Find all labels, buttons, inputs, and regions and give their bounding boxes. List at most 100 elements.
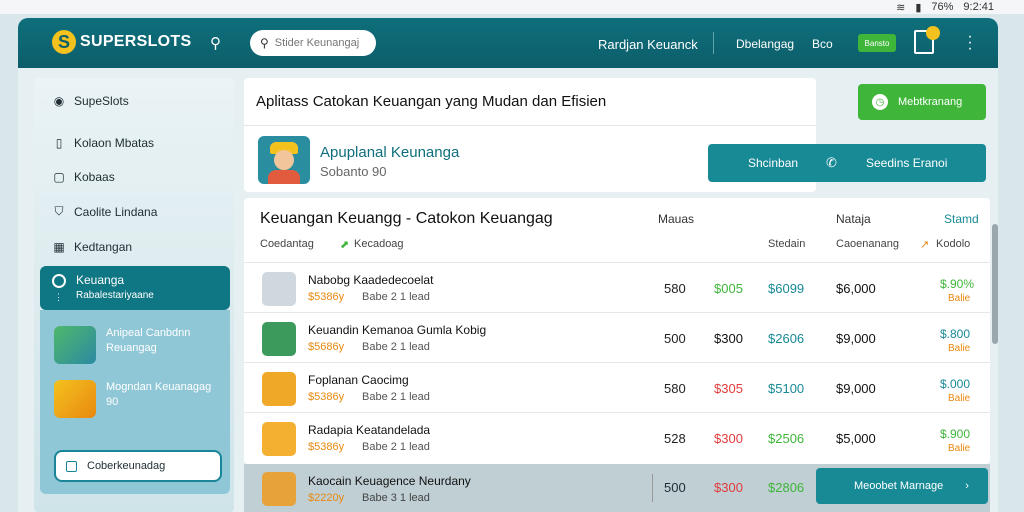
- status-pill-button[interactable]: Bansto: [858, 34, 896, 52]
- more-options-icon[interactable]: · · ·: [966, 29, 974, 57]
- row-value: $9,000: [836, 381, 876, 396]
- row-status: Babe 2 1 lead: [362, 391, 430, 403]
- nav-link-primary[interactable]: Rardjan Keuanck: [598, 37, 698, 52]
- column-header: Nataja: [836, 212, 871, 226]
- sidebar-item-label: SupeSlots: [74, 94, 129, 108]
- wallet-icon: [262, 372, 296, 406]
- row-value: $005: [714, 281, 743, 296]
- sidebar-item-documents[interactable]: ▯ Kolaon Mbatas: [52, 136, 154, 150]
- row-price: $5386y: [308, 441, 345, 453]
- row-value: $.90%: [940, 277, 975, 291]
- manage-button[interactable]: Meoobet Marnage ›: [816, 468, 988, 504]
- battery-level: 76%: [931, 1, 954, 13]
- row-price: $5686y: [308, 341, 345, 353]
- row-value: $2506: [768, 431, 805, 446]
- search-field-icon: ⚲: [260, 36, 269, 50]
- row-name: Keuandin Kemanoa Gumla Kobig: [308, 323, 487, 337]
- primary-action-label: Mebtkranang: [898, 96, 963, 108]
- row-value: $6099: [768, 281, 805, 296]
- call-right-label: Seedins Eranoi: [866, 156, 948, 170]
- row-value: $300: [714, 480, 743, 495]
- document-coin-icon[interactable]: [914, 26, 940, 54]
- row-status: Babe 2 1 lead: [362, 341, 430, 353]
- document-icon: ▯: [55, 136, 63, 150]
- nav-link-tertiary[interactable]: Bco: [812, 37, 833, 51]
- os-status-bar: ≋ ▮ 76% 9:2:41: [0, 0, 1024, 14]
- column-subheader: Kodolo: [936, 238, 971, 250]
- top-navigation-bar: S SUPERSLOTS ⚲ ⚲ Rardjan Keuanck Dbelang…: [18, 18, 998, 68]
- app-name: Apuplanal Keunanga: [320, 144, 460, 161]
- row-price: $2220y: [308, 492, 345, 504]
- phone-icon: [262, 322, 296, 356]
- divider: [652, 474, 653, 502]
- table-row[interactable]: Radapia Keatandelada $5386y Babe 2 1 lea…: [244, 412, 990, 462]
- clock-icon: ◷: [872, 94, 888, 110]
- grid-icon: ▦: [53, 240, 65, 254]
- table-row[interactable]: Keuandin Kemanoa Gumla Kobig $5686y Babe…: [244, 312, 990, 362]
- column-subheader: Coedantag: [260, 238, 314, 250]
- sidebar-item-home[interactable]: ◉ SupeSlots: [52, 94, 129, 108]
- call-left-label: Shcinban: [748, 156, 799, 170]
- row-name: Foplanan Caocimg: [308, 373, 409, 387]
- promo-item[interactable]: Mogndan Keuanagag 90: [54, 380, 224, 418]
- app-avatar: [258, 136, 310, 184]
- row-name: Kaocain Keuagence Neurdany: [308, 474, 471, 488]
- table-row[interactable]: Nabobg Kaadedecoelat $5386y Babe 2 1 lea…: [244, 262, 990, 312]
- shield-icon: ⛉: [54, 204, 64, 218]
- row-value: 580: [664, 381, 686, 396]
- row-value: 500: [664, 331, 686, 346]
- row-value: $300: [714, 431, 743, 446]
- lock-icon: [262, 272, 296, 306]
- app-window: S SUPERSLOTS ⚲ ⚲ Rardjan Keuanck Dbelang…: [18, 18, 998, 512]
- face-shape: [274, 150, 294, 170]
- sidebar-item-label: Caolite Lindana: [74, 204, 158, 219]
- sidebar-action-label: Coberkeunadag: [87, 460, 166, 472]
- nav-link-secondary[interactable]: Dbelangag: [736, 37, 794, 51]
- row-status: Babe 3 1 lead: [362, 492, 430, 504]
- app-subtitle: Sobanto 90: [320, 164, 387, 179]
- circle-icon: ◉: [53, 94, 65, 108]
- sidebar-item-finance[interactable]: ▢ Kobaas: [52, 170, 114, 184]
- row-name: Radapia Keatandelada: [308, 423, 431, 437]
- coin-icon: [926, 26, 940, 40]
- sidebar-active-sublabel: Rabalestariyaane: [76, 290, 154, 301]
- wallet-illustration-icon: [54, 380, 96, 418]
- search-box[interactable]: ⚲: [250, 30, 376, 56]
- ring-icon: [52, 274, 66, 288]
- sidebar-item-calculator[interactable]: ▦ Kedtangan: [52, 240, 132, 254]
- table-row[interactable]: Foplanan Caocimg $5386y Babe 2 1 lead 58…: [244, 362, 990, 412]
- battery-icon: ▮: [915, 1, 922, 14]
- row-value: $2806: [768, 480, 805, 495]
- sidebar-item-shield[interactable]: ⛉ Caolite Lindana: [52, 204, 157, 219]
- transactions-table: Keuangan Keuangg - Catokon Keuangag Maua…: [244, 198, 990, 464]
- sidebar: ◉ SupeSlots ▯ Kolaon Mbatas ▢ Kobaas ⛉ C…: [34, 78, 234, 512]
- dots-icon: ⋮: [54, 292, 63, 302]
- brand-logo[interactable]: S SUPERSLOTS: [52, 30, 191, 54]
- sidebar-action-button[interactable]: Coberkeunadag: [54, 450, 222, 482]
- promo-item[interactable]: Anipeal Canbdnn Reuangag: [54, 326, 224, 364]
- logo-s-icon: S: [52, 30, 76, 54]
- row-value: 580: [664, 281, 686, 296]
- search-icon[interactable]: ⚲: [210, 34, 221, 52]
- row-value: $.000: [940, 377, 971, 391]
- square-icon: ▢: [53, 170, 65, 184]
- row-price: $5386y: [308, 391, 345, 403]
- search-input[interactable]: [274, 37, 365, 49]
- sidebar-item-active[interactable]: Keuanga ⋮ Rabalestariyaane: [40, 266, 230, 310]
- clock: 9:2:41: [963, 1, 994, 13]
- row-value: 500: [664, 480, 686, 495]
- primary-action-button[interactable]: ◷ Mebtkranang: [858, 84, 986, 120]
- row-value: $5,000: [836, 431, 876, 446]
- row-value: $.800: [940, 327, 971, 341]
- call-action-button[interactable]: Shcinban ✆ Seedins Eranoi: [708, 144, 986, 182]
- column-subheader: Kecadoag: [354, 238, 404, 250]
- manage-button-label: Meoobet Marnage: [854, 480, 944, 492]
- wifi-icon: ≋: [896, 1, 906, 14]
- row-name: Nabobg Kaadedecoelat: [308, 273, 434, 287]
- table-scrollbar[interactable]: [992, 224, 998, 344]
- row-tag: Balie: [948, 443, 971, 454]
- phone-icon: ✆: [826, 155, 837, 170]
- row-status: Babe 2 1 lead: [362, 291, 430, 303]
- dashboard-illustration-icon: [54, 326, 96, 364]
- nav-divider: [713, 32, 714, 54]
